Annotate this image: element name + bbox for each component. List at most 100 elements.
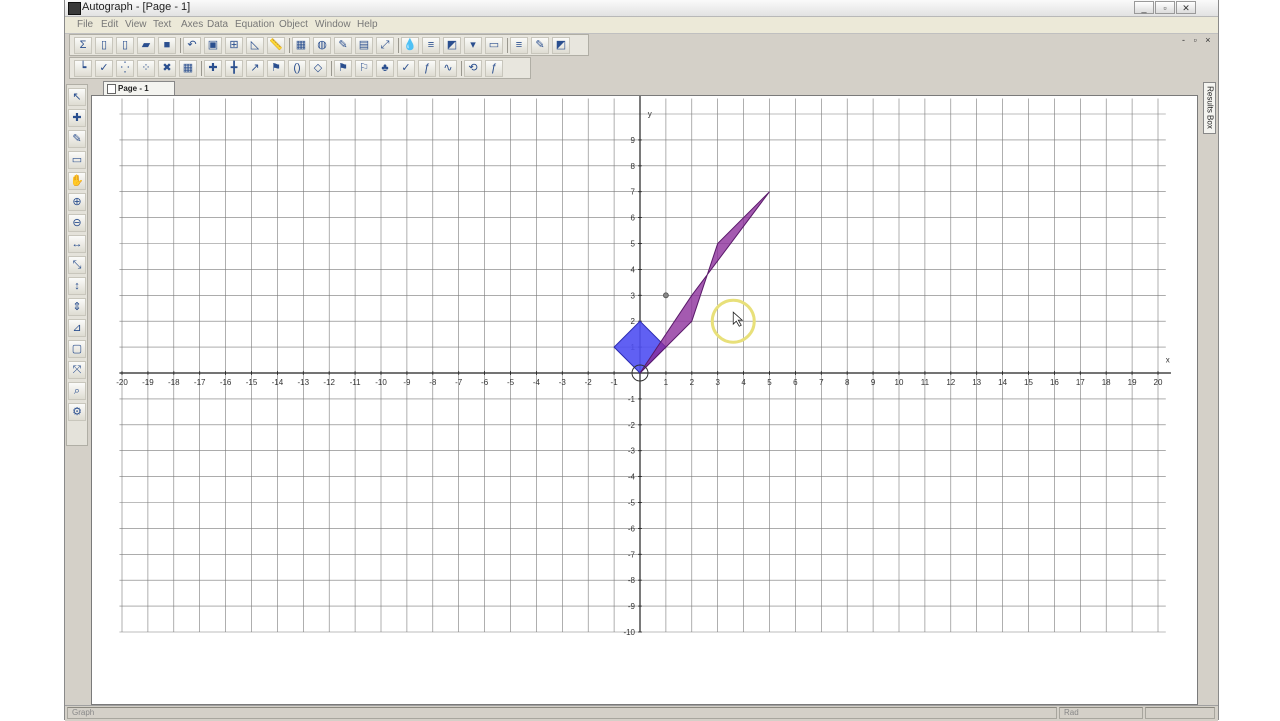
zoom-out-icon[interactable]: ⊖ [68, 214, 86, 232]
box-icon[interactable]: ▢ [68, 340, 86, 358]
select-all-icon[interactable]: ▣ [204, 37, 222, 54]
menu-file[interactable]: File [77, 19, 93, 30]
maximize-button[interactable]: ▫ [1155, 1, 1175, 14]
bracket-icon[interactable]: () [288, 60, 306, 77]
flag-group-icon[interactable]: ⚑ [334, 60, 352, 77]
fx-icon[interactable]: ƒ [418, 60, 436, 77]
menu-help[interactable]: Help [357, 19, 378, 30]
title-bar: Autograph - [Page - 1] _ ▫ ✕ [65, 0, 1218, 17]
menu-equation[interactable]: Equation [235, 19, 274, 30]
add-point-icon[interactable]: ✚ [204, 60, 222, 77]
grid-icon[interactable]: ▦ [292, 37, 310, 54]
x-tick-label: -12 [323, 378, 335, 387]
menu-window[interactable]: Window [315, 19, 351, 30]
paint-bucket-icon[interactable]: ◩ [552, 37, 570, 54]
x-tick-label: -7 [455, 378, 463, 387]
measure-icon[interactable]: ⊿ [68, 319, 86, 337]
fill-icon[interactable]: ◩ [443, 37, 461, 54]
curve-icon[interactable]: ∿ [439, 60, 457, 77]
x-tick-label: -4 [533, 378, 541, 387]
graph-tool-icon[interactable]: ◺ [246, 37, 264, 54]
add-line-icon[interactable]: ╋ [225, 60, 243, 77]
toolbar-separator [461, 61, 462, 76]
scatter-icon[interactable]: ⁘ [137, 60, 155, 77]
monitor-icon[interactable]: ▭ [485, 37, 503, 54]
tool-extra-icon[interactable]: ⚙ [68, 403, 86, 421]
magnifier-icon[interactable]: ⌕ [68, 382, 86, 400]
zoom-in-icon[interactable]: ⊕ [68, 193, 86, 211]
shape-icon[interactable]: ◇ [309, 60, 327, 77]
flag-alt-icon[interactable]: ⚐ [355, 60, 373, 77]
line-style-icon[interactable]: ≡ [422, 37, 440, 54]
hand-pan-icon[interactable]: ✋ [68, 172, 86, 190]
transform-icon[interactable]: ⟲ [464, 60, 482, 77]
edit-axes-icon[interactable]: ⊞ [225, 37, 243, 54]
table-icon[interactable]: ▦ [179, 60, 197, 77]
edit-object-icon[interactable]: ✎ [334, 37, 352, 54]
menu-view[interactable]: View [125, 19, 147, 30]
list-icon[interactable]: ≡ [510, 37, 528, 54]
x-tick-label: -5 [507, 378, 515, 387]
x-tick-label: 20 [1154, 378, 1163, 387]
x-tick-label: -17 [194, 378, 206, 387]
y-tick-label: -3 [628, 447, 636, 456]
pencil-color-icon[interactable]: ✎ [531, 37, 549, 54]
y-axis-label: y [648, 110, 652, 119]
undo-icon[interactable]: ↶ [183, 37, 201, 54]
open-folder-icon[interactable]: ▰ [137, 37, 155, 54]
menu-data[interactable]: Data [207, 19, 228, 30]
graph-canvas[interactable]: xy-20 -19 -18 -17 -16 -15 -14 -13 -12 -11 -10 -9 -8-… [92, 96, 1197, 704]
select-arrow-icon[interactable]: ↖ [68, 88, 86, 106]
x-tick-label: -1 [611, 378, 619, 387]
x-tick-label: 7 [819, 378, 824, 387]
ruler-icon[interactable]: 📏 [267, 37, 285, 54]
results-box-tab[interactable]: Results Box [1203, 82, 1216, 134]
x-tick-label: 12 [946, 378, 955, 387]
status-panel-extra [1145, 707, 1215, 719]
x-tick-label: 8 [845, 378, 850, 387]
menu-text[interactable]: Text [153, 19, 171, 30]
x-tick-label: 3 [715, 378, 720, 387]
text-box-icon[interactable]: ▤ [355, 37, 373, 54]
scale-tool-icon[interactable]: ⤧ [68, 361, 86, 379]
save-disk-icon[interactable]: ■ [158, 37, 176, 54]
left-tools-toolbar: ↖ ✚ ✎ ▭ ✋ ⊕ ⊖ ↔ ⤡ ↕ ⇕ ⊿ ▢ ⤧ ⌕ ⚙ [66, 84, 88, 446]
x-tick-label: 2 [690, 378, 695, 387]
arrow-down-icon[interactable]: ▾ [464, 37, 482, 54]
pencil-icon[interactable]: ✎ [68, 130, 86, 148]
tab-page-1[interactable]: Page - 1 [103, 81, 175, 95]
x-tick-label: -9 [403, 378, 411, 387]
scale-y-icon[interactable]: ↕ [68, 277, 86, 295]
new-page-icon[interactable]: ▯ [95, 37, 113, 54]
menu-object[interactable]: Object [279, 19, 308, 30]
x-tick-label: 15 [1024, 378, 1033, 387]
axes-icon[interactable]: ┕ [74, 60, 92, 77]
scale-x-icon[interactable]: ↔ [68, 235, 86, 253]
scale-dy-icon[interactable]: ⇕ [68, 298, 86, 316]
menu-axes[interactable]: Axes [181, 19, 203, 30]
drop-icon[interactable]: 💧 [401, 37, 419, 54]
minimize-button[interactable]: _ [1134, 1, 1154, 14]
check-icon[interactable]: ✓ [397, 60, 415, 77]
tick-icon[interactable]: ✓ [95, 60, 113, 77]
flag-icon[interactable]: ⚑ [267, 60, 285, 77]
x-tick-label: 6 [793, 378, 798, 387]
add-vector-icon[interactable]: ↗ [246, 60, 264, 77]
x-tick-label: -10 [375, 378, 387, 387]
fg-icon[interactable]: ƒ [485, 60, 503, 77]
globe-icon[interactable]: ◍ [313, 37, 331, 54]
point-mode-icon[interactable]: ⁛ [116, 60, 134, 77]
leaf-icon[interactable]: ♣ [376, 60, 394, 77]
menu-bar: File Edit View Text Axes Data Equation O… [65, 17, 1218, 45]
x-tick-label: -14 [272, 378, 284, 387]
zoom-fit-icon[interactable]: ⤢ [376, 37, 394, 54]
sigma-icon[interactable]: Σ [74, 37, 92, 54]
eraser-icon[interactable]: ▭ [68, 151, 86, 169]
new-2d-page-icon[interactable]: ▯ [116, 37, 134, 54]
document-window-controls[interactable]: - ▫ × [1182, 35, 1213, 45]
menu-edit[interactable]: Edit [101, 19, 118, 30]
delete-icon[interactable]: ✖ [158, 60, 176, 77]
scale-xy-icon[interactable]: ⤡ [68, 256, 86, 274]
close-button[interactable]: ✕ [1176, 1, 1196, 14]
point-add-icon[interactable]: ✚ [68, 109, 86, 127]
